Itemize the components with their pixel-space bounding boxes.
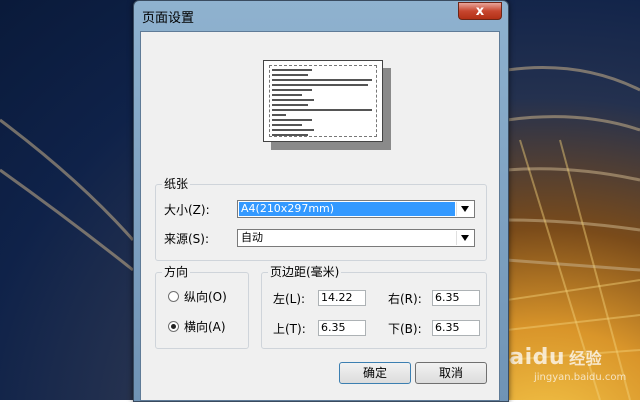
preview-text-line bbox=[272, 114, 286, 116]
landscape-radio[interactable] bbox=[168, 321, 179, 332]
cancel-button[interactable]: 取消 bbox=[415, 362, 487, 384]
close-button[interactable]: x bbox=[458, 2, 502, 20]
portrait-radio[interactable] bbox=[168, 291, 179, 302]
paper-source-label: 来源(S): bbox=[164, 232, 210, 246]
preview-text-line bbox=[272, 119, 312, 121]
right-margin-label: 右(R): bbox=[388, 292, 422, 306]
chevron-down-icon[interactable] bbox=[456, 231, 473, 245]
window-title: 页面设置 bbox=[142, 11, 195, 26]
watermark-url: jingyan.baidu.com bbox=[534, 372, 627, 383]
preview-text-line bbox=[272, 74, 308, 76]
preview-text-line bbox=[272, 84, 368, 86]
preview-text-line bbox=[272, 124, 302, 126]
preview-text-line bbox=[272, 104, 308, 106]
portrait-label[interactable]: 纵向(O) bbox=[184, 290, 227, 304]
top-margin-label: 上(T): bbox=[273, 322, 306, 336]
orientation-group-title: 方向 bbox=[162, 265, 191, 279]
landscape-label[interactable]: 横向(A) bbox=[184, 320, 226, 334]
preview-text-line bbox=[272, 89, 312, 91]
bottom-margin-label: 下(B): bbox=[388, 322, 422, 336]
watermark-brand-sub: 经验 bbox=[569, 349, 603, 368]
bottom-margin-input[interactable]: 6.35 bbox=[432, 320, 480, 336]
preview-text-line bbox=[272, 94, 302, 96]
preview-text-line bbox=[272, 129, 314, 131]
right-margin-input[interactable]: 6.35 bbox=[432, 290, 480, 306]
top-margin-input[interactable]: 6.35 bbox=[318, 320, 366, 336]
left-margin-input[interactable]: 14.22 bbox=[318, 290, 366, 306]
paper-group: 纸张 大小(Z): A4(210x297mm) 来源(S): 自动 bbox=[155, 177, 487, 261]
preview-text-line bbox=[272, 134, 308, 136]
ok-button[interactable]: 确定 bbox=[339, 362, 411, 384]
chevron-down-icon[interactable] bbox=[456, 202, 473, 216]
orientation-group: 方向 纵向(O) 横向(A) bbox=[155, 265, 249, 349]
preview-text-line bbox=[272, 109, 372, 111]
preview-text-line bbox=[272, 69, 312, 71]
page-preview bbox=[263, 60, 383, 142]
paper-source-value: 自动 bbox=[241, 231, 263, 244]
paper-size-label: 大小(Z): bbox=[164, 203, 210, 217]
paper-size-select[interactable]: A4(210x297mm) bbox=[237, 200, 475, 218]
preview-text-line bbox=[272, 79, 372, 81]
preview-text-line bbox=[272, 99, 314, 101]
left-margin-label: 左(L): bbox=[273, 292, 306, 306]
margins-group: 页边距(毫米) 左(L): 14.22 右(R): 6.35 上(T): 6.3… bbox=[261, 265, 487, 349]
title-bar[interactable]: 页面设置 x bbox=[134, 1, 508, 29]
close-icon: x bbox=[475, 4, 485, 19]
margins-group-title: 页边距(毫米) bbox=[268, 265, 342, 279]
paper-source-select[interactable]: 自动 bbox=[237, 229, 475, 247]
page-setup-dialog: 页面设置 x 纸张 大小(Z): A4(210x297mm) 来源(S): 自动… bbox=[133, 0, 509, 402]
paper-group-title: 纸张 bbox=[162, 177, 191, 191]
paper-size-value: A4(210x297mm) bbox=[239, 202, 455, 216]
dialog-body: 纸张 大小(Z): A4(210x297mm) 来源(S): 自动 方向 纵向(… bbox=[140, 31, 500, 401]
